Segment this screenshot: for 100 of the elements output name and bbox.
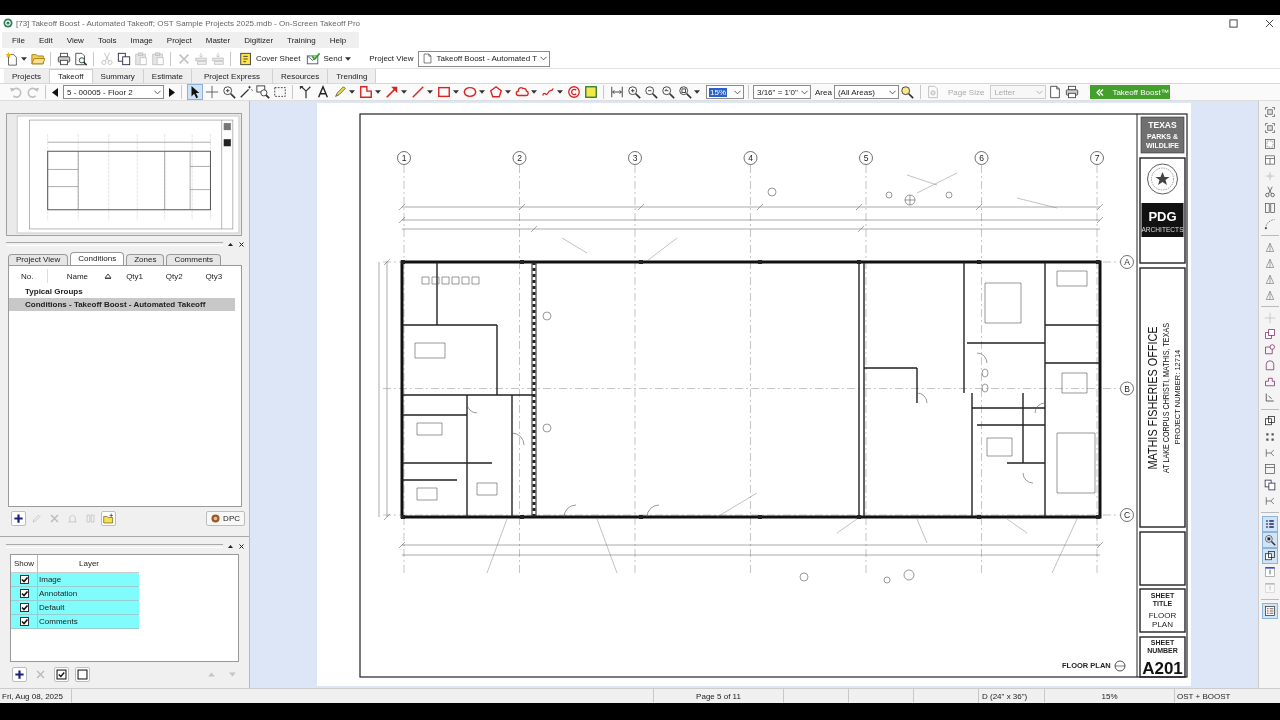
- overlap-icon[interactable]: [1261, 548, 1278, 564]
- stamp-icon[interactable]: [566, 85, 581, 99]
- previous-page-icon[interactable]: [52, 87, 58, 97]
- caret-icon[interactable]: [21, 56, 27, 61]
- copy-icon[interactable]: [1261, 477, 1278, 493]
- cloud-icon[interactable]: [514, 85, 529, 99]
- new-page-icon[interactable]: [4, 51, 19, 66]
- menu-item[interactable]: Master: [198, 35, 238, 45]
- menu-item[interactable]: Image: [123, 35, 160, 45]
- menu-item[interactable]: Help: [322, 35, 354, 45]
- caret-icon[interactable]: [453, 90, 459, 94]
- menu-item[interactable]: Project: [159, 35, 199, 45]
- zoom-out-icon[interactable]: [643, 85, 658, 99]
- copy-icon[interactable]: [116, 51, 131, 66]
- tab[interactable]: Summary: [92, 69, 144, 83]
- note-icon[interactable]: [583, 85, 598, 99]
- tab[interactable]: Estimate: [143, 69, 192, 83]
- print-preview-icon[interactable]: [73, 51, 88, 66]
- add-icon[interactable]: [11, 510, 26, 526]
- tab[interactable]: Trending: [328, 69, 377, 83]
- measure-arrow-icon[interactable]: [298, 85, 313, 99]
- zoom-in-icon[interactable]: [626, 85, 641, 99]
- send-button[interactable]: Send: [302, 50, 356, 67]
- magnifier-icon[interactable]: [255, 85, 270, 99]
- pointer-icon[interactable]: [187, 85, 202, 99]
- condition-group-row[interactable]: Conditions - Takeoff Boost - Automated Takeoff: [9, 298, 235, 311]
- empty-box-icon[interactable]: [75, 666, 90, 682]
- rectangle-icon[interactable]: [436, 85, 451, 99]
- menu-item[interactable]: Training: [280, 35, 323, 45]
- area-dropdown[interactable]: (All Areas): [833, 85, 899, 99]
- show-checkbox[interactable]: [19, 603, 29, 612]
- column-header[interactable]: Qty3: [205, 271, 223, 281]
- dpc-button[interactable]: DPC: [206, 510, 245, 526]
- layer-row[interactable]: Annotation: [11, 587, 139, 601]
- zoom-icon[interactable]: [221, 85, 236, 99]
- project-view-dropdown[interactable]: Takeoff Boost - Automated T: [418, 50, 551, 67]
- outline-shape-icon[interactable]: [358, 85, 373, 99]
- menu-item[interactable]: File: [5, 35, 32, 45]
- dashed-rectangle-icon[interactable]: [272, 85, 287, 99]
- tab[interactable]: Project Express: [191, 69, 273, 83]
- column-header[interactable]: Qty2: [165, 271, 183, 281]
- menu-item[interactable]: Edit: [31, 35, 60, 45]
- ellipse-icon[interactable]: [462, 85, 477, 99]
- zoom-previous-icon[interactable]: [660, 85, 675, 99]
- menu-item[interactable]: Tools: [90, 35, 124, 45]
- caret-up-icon[interactable]: [227, 240, 234, 248]
- checked-box-icon[interactable]: [54, 666, 69, 682]
- cover-sheet-button[interactable]: Cover Sheet: [235, 50, 303, 67]
- show-checkbox[interactable]: [19, 589, 29, 598]
- text-icon[interactable]: [315, 85, 330, 99]
- caret-icon[interactable]: [505, 90, 511, 94]
- close-icon[interactable]: [238, 542, 245, 550]
- condition-group-row[interactable]: Typical Groups: [9, 285, 235, 298]
- close-icon[interactable]: [238, 240, 245, 248]
- menu-item[interactable]: Digitizer: [237, 35, 281, 45]
- area-zoom-icon[interactable]: [900, 85, 915, 99]
- caret-icon[interactable]: [401, 90, 407, 94]
- printer-icon[interactable]: [1064, 85, 1079, 99]
- caret-up-icon[interactable]: [227, 542, 234, 550]
- column-header[interactable]: No.: [21, 271, 34, 281]
- column-header[interactable]: Name: [66, 271, 89, 281]
- layer-row[interactable]: Default: [11, 601, 139, 615]
- page-icon[interactable]: [1047, 85, 1062, 99]
- tab[interactable]: Takeoff: [49, 69, 93, 83]
- printer-icon[interactable]: [56, 51, 71, 66]
- new-folder-icon[interactable]: [101, 510, 116, 526]
- panel-tab[interactable]: Conditions: [70, 252, 125, 265]
- column-header[interactable]: Qty1: [126, 271, 144, 281]
- caret-icon[interactable]: [557, 90, 563, 94]
- zoom-find-icon[interactable]: [1261, 532, 1278, 548]
- close-icon[interactable]: [1265, 18, 1274, 28]
- caret-icon[interactable]: [531, 90, 537, 94]
- list-icon[interactable]: [1261, 516, 1278, 532]
- add-icon[interactable]: [12, 666, 27, 682]
- legend-icon[interactable]: [1261, 603, 1278, 619]
- tab[interactable]: Resources: [272, 69, 329, 83]
- layer-row[interactable]: Comments: [11, 615, 139, 629]
- line-icon[interactable]: [410, 85, 425, 99]
- caret-icon[interactable]: [479, 90, 485, 94]
- zoom-field[interactable]: 15%: [706, 85, 744, 99]
- menu-item[interactable]: View: [59, 35, 91, 45]
- wand-icon[interactable]: [238, 85, 253, 99]
- next-page-icon[interactable]: [169, 87, 175, 97]
- column-header[interactable]: Layer: [79, 559, 99, 568]
- caret-icon[interactable]: [694, 90, 700, 94]
- tab[interactable]: Projects: [4, 69, 50, 83]
- layer-row[interactable]: Image: [11, 573, 139, 587]
- caret-icon[interactable]: [349, 90, 355, 94]
- caret-icon[interactable]: [375, 90, 381, 94]
- show-checkbox[interactable]: [19, 617, 29, 626]
- fit-width-icon[interactable]: [609, 85, 624, 99]
- show-checkbox[interactable]: [19, 575, 29, 584]
- arrow-icon[interactable]: [384, 85, 399, 99]
- page-dropdown[interactable]: 5 - 00005 - Floor 2: [63, 85, 164, 99]
- column-header[interactable]: Show: [14, 559, 34, 568]
- zoom-page-icon[interactable]: [677, 85, 692, 99]
- pentagon-icon[interactable]: [488, 85, 503, 99]
- maximize-icon[interactable]: [1229, 18, 1238, 28]
- caret-icon[interactable]: [427, 90, 433, 94]
- scale-dropdown[interactable]: 3/16" = 1'0": [753, 85, 811, 99]
